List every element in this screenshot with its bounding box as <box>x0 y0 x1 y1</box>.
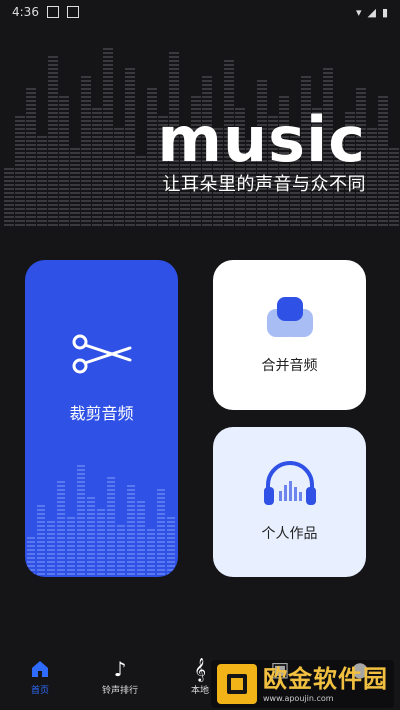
app-logo: music <box>157 103 366 176</box>
merge-icon <box>265 295 315 343</box>
status-bar: 4:36 ▾ ◢ ▮ <box>0 0 400 24</box>
music-note-icon: ♪ <box>113 657 127 681</box>
watermark-logo-icon <box>217 664 257 704</box>
watermark: 欧金软件园 www.apoujin.com <box>211 660 394 708</box>
my-works-label: 个人作品 <box>261 526 318 542</box>
notification-icon-2 <box>66 6 79 18</box>
merge-audio-card[interactable]: 合并音频 <box>213 260 366 410</box>
trim-audio-label: 裁剪音频 <box>69 404 134 423</box>
merge-audio-label: 合并音频 <box>261 358 318 374</box>
hero-banner: music 让耳朵里的声音与众不同 <box>0 24 400 244</box>
nav-ringtone-rank[interactable]: ♪ 铃声排行 <box>80 657 160 696</box>
status-time: 4:36 <box>12 5 39 19</box>
headphones-icon <box>262 461 318 511</box>
clef-icon: 𝄞 <box>194 657 206 681</box>
nav-ringtone-label: 铃声排行 <box>101 686 138 696</box>
signal-icon: ◢ <box>367 5 376 19</box>
watermark-text: 欧金软件园 <box>263 664 388 693</box>
trim-audio-card[interactable]: 裁剪音频 <box>25 260 178 577</box>
tagline: 让耳朵里的声音与众不同 <box>162 174 366 195</box>
scissors-icon <box>70 330 134 382</box>
nav-home[interactable]: 首页 <box>0 658 80 696</box>
nav-home-label: 首页 <box>30 686 49 696</box>
equalizer-decoration <box>27 465 175 575</box>
notification-icon <box>46 6 59 18</box>
my-works-card[interactable]: 个人作品 <box>213 427 366 577</box>
watermark-url: www.apoujin.com <box>263 693 334 703</box>
nav-local-label: 本地 <box>190 686 209 696</box>
battery-icon: ▮ <box>381 5 388 19</box>
home-icon <box>30 658 50 680</box>
wifi-icon: ▾ <box>355 5 362 19</box>
